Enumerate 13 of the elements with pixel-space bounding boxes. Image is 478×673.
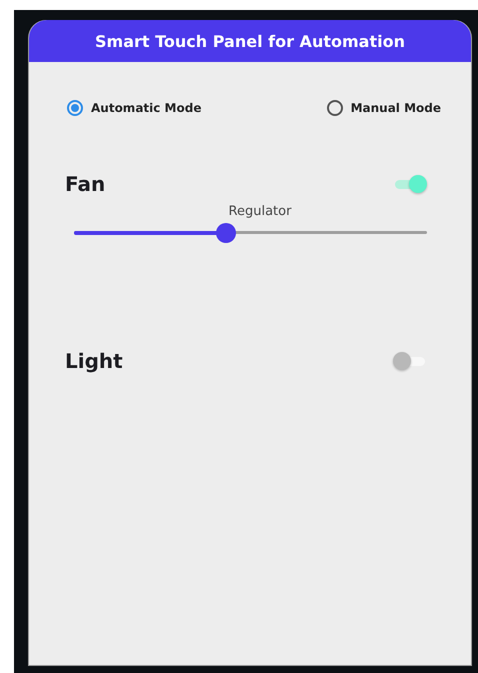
toggle-switch[interactable] [393, 175, 427, 193]
radio-icon[interactable] [67, 100, 83, 116]
mode-radio[interactable]: Automatic Mode [67, 100, 202, 116]
regulator-slider[interactable] [74, 223, 427, 243]
slider-label: Regulator [228, 204, 292, 219]
radio-icon[interactable] [326, 100, 343, 116]
device-name: Fan [65, 172, 106, 196]
app-title: Smart Touch Panel for Automation [29, 20, 471, 62]
toggle-switch[interactable] [393, 352, 427, 370]
mode-radio[interactable]: Manual Mode [326, 100, 441, 116]
mode-label: Automatic Mode [91, 101, 202, 115]
mode-label: Manual Mode [350, 101, 441, 115]
device-name: Light [65, 349, 123, 373]
